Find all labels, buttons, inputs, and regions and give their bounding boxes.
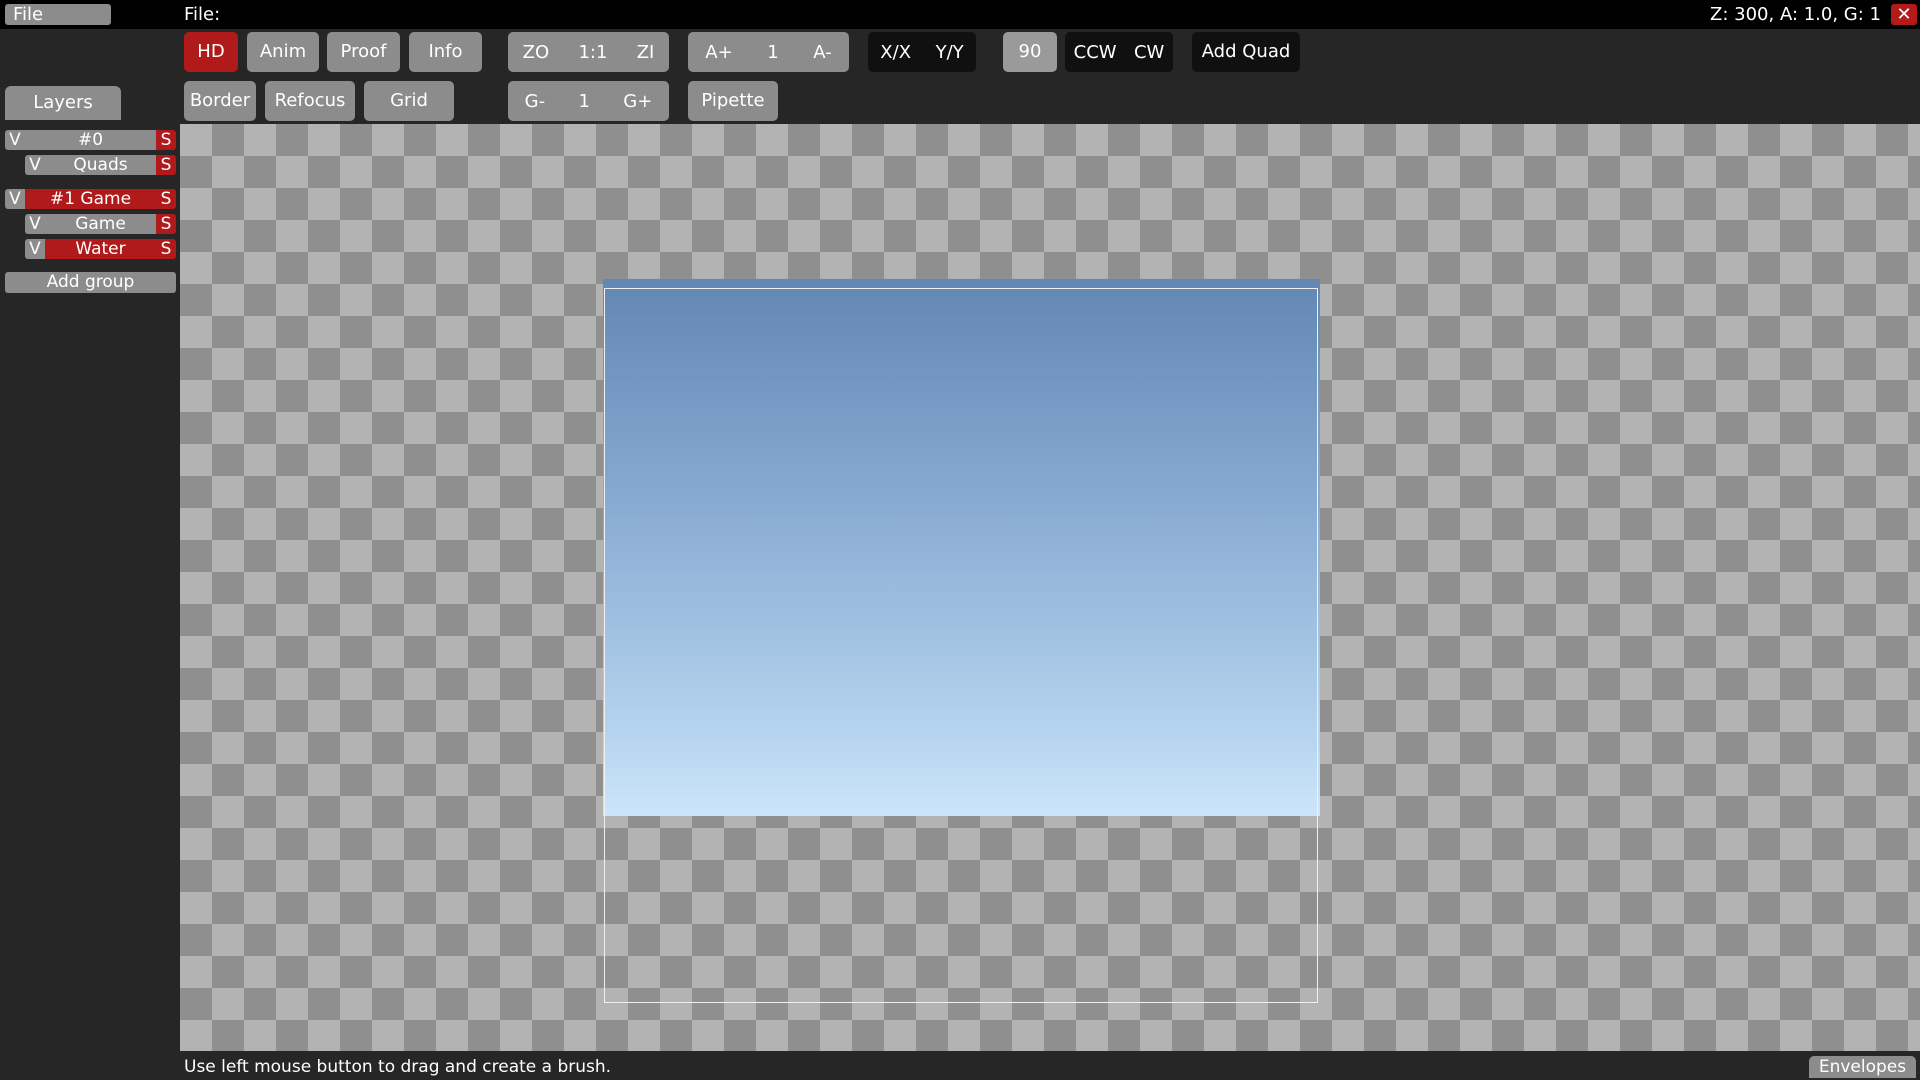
layer-name[interactable]: Water: [45, 239, 156, 259]
layer-name[interactable]: Quads: [45, 155, 156, 175]
zoom-reset-button[interactable]: 1:1: [574, 42, 611, 63]
group-row: V #0 S: [5, 130, 176, 150]
layer-name[interactable]: Game: [45, 214, 156, 234]
anim-button[interactable]: Anim: [247, 32, 319, 72]
zoom-in-button[interactable]: ZI: [633, 42, 659, 63]
layer-row: V Game S: [25, 214, 176, 234]
anim-speed-up-button[interactable]: A+: [701, 42, 736, 63]
add-quad-button[interactable]: Add Quad: [1192, 32, 1300, 72]
refocus-button[interactable]: Refocus: [265, 81, 355, 121]
group-visibility-toggle[interactable]: V: [5, 130, 25, 150]
anim-speed-down-button[interactable]: A-: [809, 42, 835, 63]
anim-speed-value[interactable]: 1: [763, 42, 782, 63]
grid-button[interactable]: Grid: [364, 81, 454, 121]
flip-x-button[interactable]: X/X: [876, 42, 915, 63]
rotate-ccw-button[interactable]: CCW: [1070, 42, 1121, 63]
grid-larger-button[interactable]: G+: [619, 91, 656, 112]
envelopes-button[interactable]: Envelopes: [1809, 1056, 1916, 1078]
group-name[interactable]: #0: [25, 130, 156, 150]
layer-row-selected: V Water S: [25, 239, 176, 259]
grid-size-value[interactable]: 1: [574, 91, 593, 112]
hd-button[interactable]: HD: [184, 32, 238, 72]
pipette-button[interactable]: Pipette: [688, 81, 778, 121]
group-row: V #1 Game S: [5, 189, 176, 209]
editor-window: File File: Z: 300, A: 1.0, G: 1 ✕ HD Ani…: [0, 0, 1920, 1080]
rotate-controls: CCW CW: [1065, 32, 1173, 72]
rotation-value-field[interactable]: 90: [1003, 32, 1057, 72]
group-solo-toggle[interactable]: S: [156, 130, 176, 150]
rotate-cw-button[interactable]: CW: [1130, 42, 1168, 63]
menu-bar: File File: Z: 300, A: 1.0, G: 1 ✕: [0, 0, 1920, 29]
zoom-controls: ZO 1:1 ZI: [508, 32, 669, 72]
proof-button[interactable]: Proof: [327, 32, 400, 72]
map-area: [603, 279, 1320, 1003]
border-button[interactable]: Border: [184, 81, 256, 121]
layer-visibility-toggle[interactable]: V: [25, 155, 45, 175]
anim-speed-controls: A+ 1 A-: [688, 32, 849, 72]
close-icon[interactable]: ✕: [1891, 4, 1917, 25]
add-group-button[interactable]: Add group: [5, 272, 176, 293]
layer-visibility-toggle[interactable]: V: [25, 239, 45, 259]
status-hint: Use left mouse button to drag and create…: [184, 1057, 612, 1077]
layer-solo-toggle[interactable]: S: [156, 239, 176, 259]
file-menu-button[interactable]: File: [5, 4, 111, 25]
file-name-label: File:: [184, 4, 221, 25]
layer-solo-toggle[interactable]: S: [156, 155, 176, 175]
flip-y-button[interactable]: Y/Y: [932, 42, 968, 63]
layers-tab[interactable]: Layers: [5, 86, 121, 120]
sky-gradient-quad[interactable]: [603, 279, 1320, 816]
layer-row: V Quads S: [25, 155, 176, 175]
group-name[interactable]: #1 Game: [25, 189, 156, 209]
flip-controls: X/X Y/Y: [868, 32, 976, 72]
grid-smaller-button[interactable]: G-: [521, 91, 549, 112]
group-visibility-toggle[interactable]: V: [5, 189, 25, 209]
group-solo-toggle[interactable]: S: [156, 189, 176, 209]
editor-canvas[interactable]: [180, 124, 1920, 1051]
zoom-out-button[interactable]: ZO: [519, 42, 554, 63]
grid-size-controls: G- 1 G+: [508, 81, 669, 121]
zoom-status-readout: Z: 300, A: 1.0, G: 1: [1710, 4, 1881, 25]
layer-visibility-toggle[interactable]: V: [25, 214, 45, 234]
info-button[interactable]: Info: [409, 32, 482, 72]
layer-solo-toggle[interactable]: S: [156, 214, 176, 234]
